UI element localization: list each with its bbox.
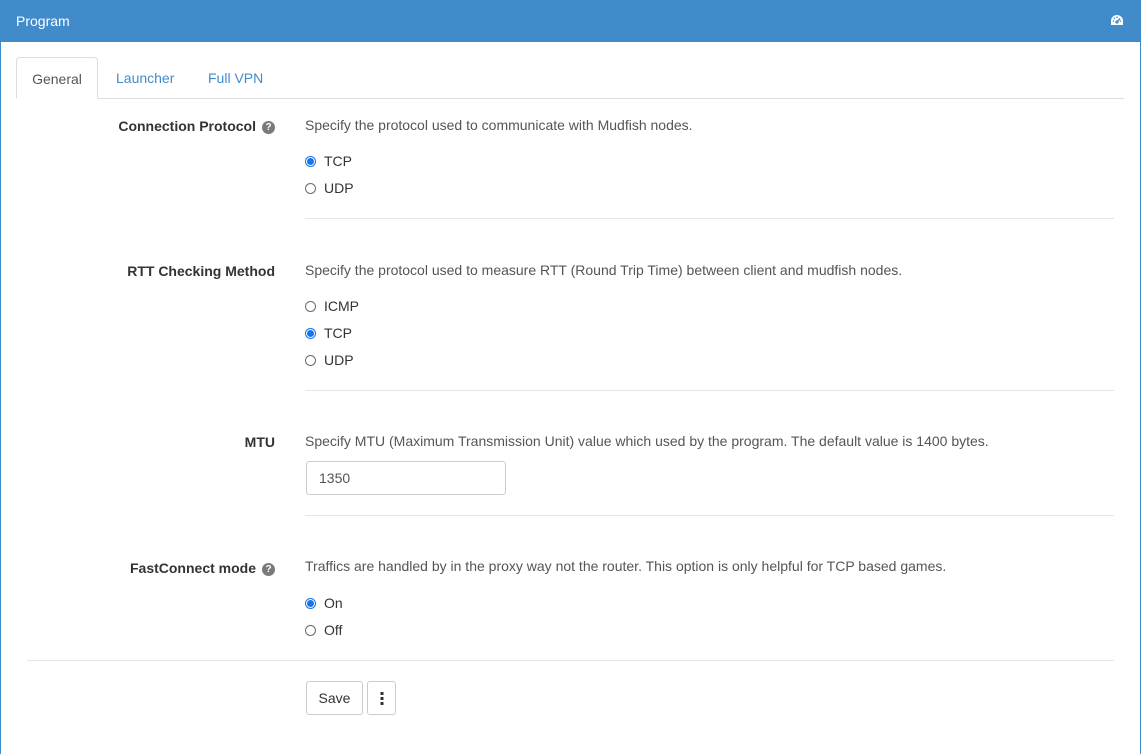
radio-label: On [324, 595, 343, 611]
help-icon[interactable]: ? [262, 563, 275, 576]
fastconnect-label-text: FastConnect mode [129, 560, 256, 576]
rtt-method-label: RTT Checking Method [127, 263, 275, 279]
rtt-method-description: Specify the protocol used to measure RTT… [305, 262, 903, 278]
tab-launcher-label: Launcher [116, 70, 175, 86]
radio-rtt-tcp[interactable]: TCP [305, 324, 352, 342]
mtu-label: MTU [244, 434, 275, 450]
connection-protocol-label-text: Connection Protocol [118, 118, 256, 134]
radio-fastconnect-off[interactable]: Off [305, 621, 342, 639]
mtu-input[interactable] [306, 461, 506, 495]
radio-circle-checked[interactable] [305, 327, 316, 339]
vertical-ellipsis-icon [380, 692, 383, 705]
radio-circle[interactable] [305, 300, 316, 312]
divider [305, 218, 1114, 219]
panel-body [0, 42, 1141, 754]
tab-full-vpn-label: Full VPN [208, 70, 264, 86]
panel-title: Program [16, 13, 70, 29]
radio-connection-tcp[interactable]: TCP [305, 152, 352, 170]
tab-launcher[interactable]: Launcher [116, 57, 174, 99]
connection-protocol-description: Specify the protocol used to communicate… [305, 117, 693, 133]
radio-circle[interactable] [305, 182, 316, 194]
dashboard-icon[interactable] [1110, 14, 1124, 27]
radio-label: TCP [324, 325, 352, 341]
divider [305, 390, 1114, 391]
radio-label: TCP [324, 153, 352, 169]
divider [305, 515, 1114, 516]
fastconnect-label: FastConnect mode? [100, 560, 275, 576]
radio-circle[interactable] [305, 624, 316, 636]
radio-connection-udp[interactable]: UDP [305, 179, 354, 197]
save-button[interactable]: Save [306, 681, 363, 715]
radio-fastconnect-on[interactable]: On [305, 594, 343, 612]
radio-circle-checked[interactable] [305, 597, 316, 609]
radio-circle-checked[interactable] [305, 155, 316, 167]
tab-full-vpn[interactable]: Full VPN [208, 57, 263, 99]
divider [27, 660, 1114, 661]
tab-bar: General Launcher Full VPN [16, 57, 1124, 99]
radio-circle[interactable] [305, 354, 316, 366]
connection-protocol-label: Connection Protocol? [100, 118, 275, 134]
tab-general-label: General [32, 71, 82, 87]
more-options-button[interactable] [367, 681, 396, 715]
panel-header: Program [0, 0, 1141, 42]
fastconnect-description: Traffics are handled by in the proxy way… [305, 558, 947, 574]
radio-rtt-udp[interactable]: UDP [305, 351, 354, 369]
radio-label: UDP [324, 180, 354, 196]
radio-label: Off [324, 622, 343, 638]
radio-label: ICMP [324, 298, 359, 314]
help-icon[interactable]: ? [262, 121, 275, 134]
tab-general[interactable]: General [16, 57, 98, 99]
mtu-description: Specify MTU (Maximum Transmission Unit) … [305, 433, 989, 449]
radio-rtt-icmp[interactable]: ICMP [305, 297, 359, 315]
radio-label: UDP [324, 352, 354, 368]
